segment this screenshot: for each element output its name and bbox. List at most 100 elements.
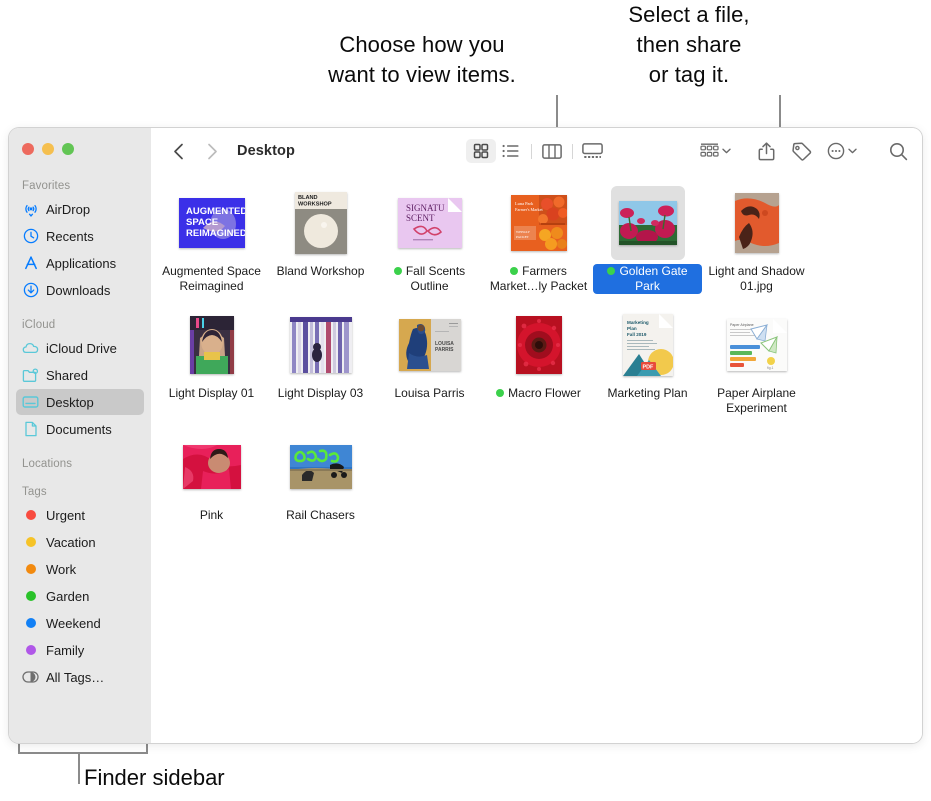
sidebar-item-icloud-drive[interactable]: iCloud Drive xyxy=(16,335,144,361)
view-mode-gallery-button[interactable] xyxy=(578,139,608,163)
svg-text:WEEKLY: WEEKLY xyxy=(516,230,531,234)
view-mode-column-button[interactable] xyxy=(537,139,567,163)
file-name-label: Pink xyxy=(200,508,223,523)
file-thumbnail-container: BLAND WORKSHOP xyxy=(284,186,358,260)
file-item[interactable]: Macro Flower xyxy=(484,308,593,416)
svg-text:Fall 2019: Fall 2019 xyxy=(627,332,647,337)
svg-text:Marketing: Marketing xyxy=(627,320,649,325)
file-thumbnail xyxy=(515,316,562,374)
minimize-button[interactable] xyxy=(42,143,54,155)
file-name-text: Marketing Plan xyxy=(607,386,688,400)
sidebar-item-documents[interactable]: Documents xyxy=(16,416,144,442)
svg-text:AUGMENTED: AUGMENTED xyxy=(186,206,245,217)
sidebar-item-label: AirDrop xyxy=(46,201,91,217)
file-item[interactable]: Golden Gate Park xyxy=(593,186,702,294)
file-name-text: Paper Airplane Experiment xyxy=(717,386,796,415)
file-item[interactable]: Light and Shadow 01.jpg xyxy=(702,186,811,294)
file-icon-grid[interactable]: AUGMENTED SPACE REIMAGINED Augmented Spa… xyxy=(151,174,922,743)
file-item[interactable]: Light Display 03 xyxy=(266,308,375,416)
sidebar-item-desktop[interactable]: Desktop xyxy=(16,389,144,415)
file-item[interactable]: Luna Park Farmer's Market WEEKLY PACKET … xyxy=(484,186,593,294)
view-mode-icon-button[interactable] xyxy=(465,139,496,163)
view-mode-list-button[interactable] xyxy=(496,139,526,163)
file-name-label: Fall Scents Outline xyxy=(378,264,482,294)
sidebar-item-vacation[interactable]: Vacation xyxy=(16,529,144,555)
sidebar-item-shared[interactable]: Shared xyxy=(16,362,144,388)
sidebar-item-label: Desktop xyxy=(46,394,94,410)
file-thumbnail xyxy=(289,445,352,489)
file-name-text: Farmers Market…ly Packet xyxy=(489,264,588,293)
file-name-text: Augmented Space Reimagined xyxy=(162,264,261,293)
sidebar-item-downloads[interactable]: Downloads xyxy=(16,277,144,303)
svg-text:SCENT: SCENT xyxy=(406,213,435,223)
file-thumbnail-container xyxy=(175,430,249,504)
file-item[interactable]: Pink xyxy=(157,430,266,523)
svg-text:PACKET: PACKET xyxy=(516,235,530,239)
file-item[interactable]: BLAND WORKSHOP Bland Workshop xyxy=(266,186,375,294)
svg-text:BLAND: BLAND xyxy=(298,195,318,201)
svg-text:PARRIS: PARRIS xyxy=(435,347,454,353)
sidebar-item-label: Downloads xyxy=(46,282,111,298)
sidebar-item-work[interactable]: Work xyxy=(16,556,144,582)
file-thumbnail-container xyxy=(502,308,576,382)
file-tag-dot-icon xyxy=(393,266,402,275)
file-name-text: Pink xyxy=(199,508,224,522)
sidebar-item-applications[interactable]: Applications xyxy=(16,250,144,276)
sidebar-item-weekend[interactable]: Weekend xyxy=(16,610,144,636)
zoom-button[interactable] xyxy=(62,143,74,155)
sidebar-item-label: Work xyxy=(46,561,77,577)
file-name-label: Macro Flower xyxy=(496,386,581,401)
sidebar-item-label: Applications xyxy=(46,255,117,271)
svg-text:Luna Park: Luna Park xyxy=(515,201,534,206)
group-items-button[interactable] xyxy=(700,138,731,164)
file-item[interactable]: Paper Airplane fig.1 Paper Airplane Expe… xyxy=(702,308,811,416)
file-item[interactable]: LOUISA PARRIS Louisa Parris xyxy=(375,308,484,416)
file-item[interactable]: Marketing Plan Fall 2019 PDF Marketing P… xyxy=(593,308,702,416)
file-thumbnail: Paper Airplane fig.1 xyxy=(726,319,787,371)
share-button[interactable] xyxy=(749,138,783,164)
file-name-label: Light Display 03 xyxy=(278,386,363,401)
forward-button[interactable] xyxy=(201,139,223,163)
svg-text:Paper Airplane: Paper Airplane xyxy=(730,323,754,327)
svg-text:WORKSHOP: WORKSHOP xyxy=(298,202,332,208)
sidebar-item-urgent[interactable]: Urgent xyxy=(16,502,144,528)
sidebar-item-garden[interactable]: Garden xyxy=(16,583,144,609)
sidebar-section-title-icloud: iCloud xyxy=(22,319,56,331)
file-tag-dot-icon xyxy=(496,388,505,397)
file-name-text: Louisa Parris xyxy=(394,386,465,400)
file-item[interactable]: Light Display 01 xyxy=(157,308,266,416)
view-mode-divider-2 xyxy=(571,143,573,159)
search-button[interactable] xyxy=(889,138,908,164)
back-button[interactable] xyxy=(167,139,189,163)
tag-button[interactable] xyxy=(783,138,819,164)
svg-text:SPACE: SPACE xyxy=(186,217,218,228)
file-name-label: Light Display 01 xyxy=(169,386,254,401)
more-button[interactable] xyxy=(827,138,857,164)
file-thumbnail-container: Marketing Plan Fall 2019 PDF xyxy=(611,308,685,382)
finder-content: Desktop AUGMENTED SPACE REIMAGINED Augme… xyxy=(151,128,922,743)
file-thumbnail xyxy=(618,201,677,245)
finder-window: Favorites AirDrop Recents Applications D… xyxy=(9,128,922,743)
callout-bracket-sidebar xyxy=(18,742,148,754)
file-name-label: Marketing Plan xyxy=(607,386,687,401)
file-item[interactable]: AUGMENTED SPACE REIMAGINED Augmented Spa… xyxy=(157,186,266,294)
file-thumbnail-container: LOUISA PARRIS xyxy=(393,308,467,382)
svg-text:SIGNATU: SIGNATU xyxy=(406,203,445,213)
file-item[interactable]: Rail Chasers xyxy=(266,430,375,523)
file-thumbnail: SIGNATU SCENT xyxy=(397,198,462,248)
sidebar-item-all-tags[interactable]: All Tags… xyxy=(16,664,144,690)
file-thumbnail-container xyxy=(284,430,358,504)
sidebar-item-airdrop[interactable]: AirDrop xyxy=(16,196,144,222)
chevron-down-icon xyxy=(848,148,857,154)
file-thumbnail-container: Paper Airplane fig.1 xyxy=(720,308,794,382)
sidebar-section-title-tags: Tags xyxy=(22,486,47,498)
sidebar-item-family[interactable]: Family xyxy=(16,637,144,663)
sidebar-item-label: iCloud Drive xyxy=(46,340,117,356)
page-title: Desktop xyxy=(237,143,295,159)
file-name-text: Light Display 01 xyxy=(168,386,255,400)
callout-text-share-tag: Select a file, then share or tag it. xyxy=(628,2,750,87)
file-thumbnail xyxy=(189,316,234,374)
file-item[interactable]: SIGNATU SCENT Fall Scents Outline xyxy=(375,186,484,294)
sidebar-item-recents[interactable]: Recents xyxy=(16,223,144,249)
close-button[interactable] xyxy=(22,143,34,155)
